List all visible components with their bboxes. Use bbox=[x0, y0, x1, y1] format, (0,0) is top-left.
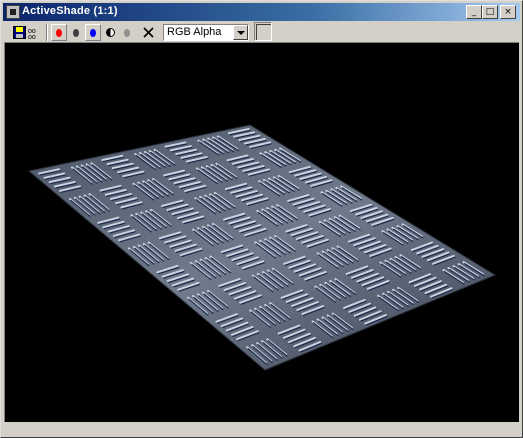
close-icon: × bbox=[504, 7, 512, 17]
blue-channel-icon bbox=[90, 28, 96, 37]
window-title: ActiveShade (1:1) bbox=[22, 5, 118, 17]
channel-display-select[interactable]: RGB Alpha bbox=[163, 24, 249, 41]
minimize-icon: _ bbox=[471, 7, 477, 17]
toolbar-separator bbox=[46, 24, 48, 41]
svg-text:oo: oo bbox=[28, 34, 36, 39]
save-bitmap-button[interactable] bbox=[11, 24, 27, 41]
channel-display-value: RGB Alpha bbox=[167, 26, 222, 38]
save-icon bbox=[12, 26, 26, 39]
alpha-channel-button[interactable] bbox=[102, 24, 118, 41]
maximize-icon: □ bbox=[485, 7, 495, 17]
monochrome-icon bbox=[124, 28, 130, 37]
app-icon[interactable] bbox=[6, 5, 20, 19]
color-swatch[interactable] bbox=[254, 22, 272, 41]
green-channel-icon bbox=[73, 28, 79, 37]
title-bar[interactable]: ActiveShade (1:1) _ □ × bbox=[3, 3, 520, 21]
minimize-button[interactable]: _ bbox=[466, 5, 482, 19]
blue-channel-button[interactable] bbox=[85, 24, 101, 41]
clear-icon bbox=[142, 27, 154, 38]
maximize-button[interactable]: □ bbox=[482, 5, 498, 19]
monochrome-button[interactable] bbox=[119, 24, 135, 41]
toolbar: oo oo RGB Alpha bbox=[3, 22, 520, 42]
chevron-down-icon[interactable] bbox=[233, 25, 248, 40]
render-viewport[interactable] bbox=[4, 42, 519, 422]
close-button[interactable]: × bbox=[500, 5, 516, 19]
green-channel-button[interactable] bbox=[68, 24, 84, 41]
red-channel-button[interactable] bbox=[51, 24, 67, 41]
clone-icon: oo oo bbox=[28, 28, 36, 39]
alpha-channel-icon bbox=[105, 28, 115, 37]
rendered-image bbox=[27, 124, 497, 371]
red-channel-icon bbox=[56, 28, 62, 37]
clear-button[interactable] bbox=[140, 24, 156, 41]
activeshade-window: ActiveShade (1:1) _ □ × oo oo RGB Alpha bbox=[0, 0, 523, 438]
clone-window-button[interactable]: oo oo bbox=[27, 24, 43, 41]
status-bar bbox=[4, 423, 519, 436]
